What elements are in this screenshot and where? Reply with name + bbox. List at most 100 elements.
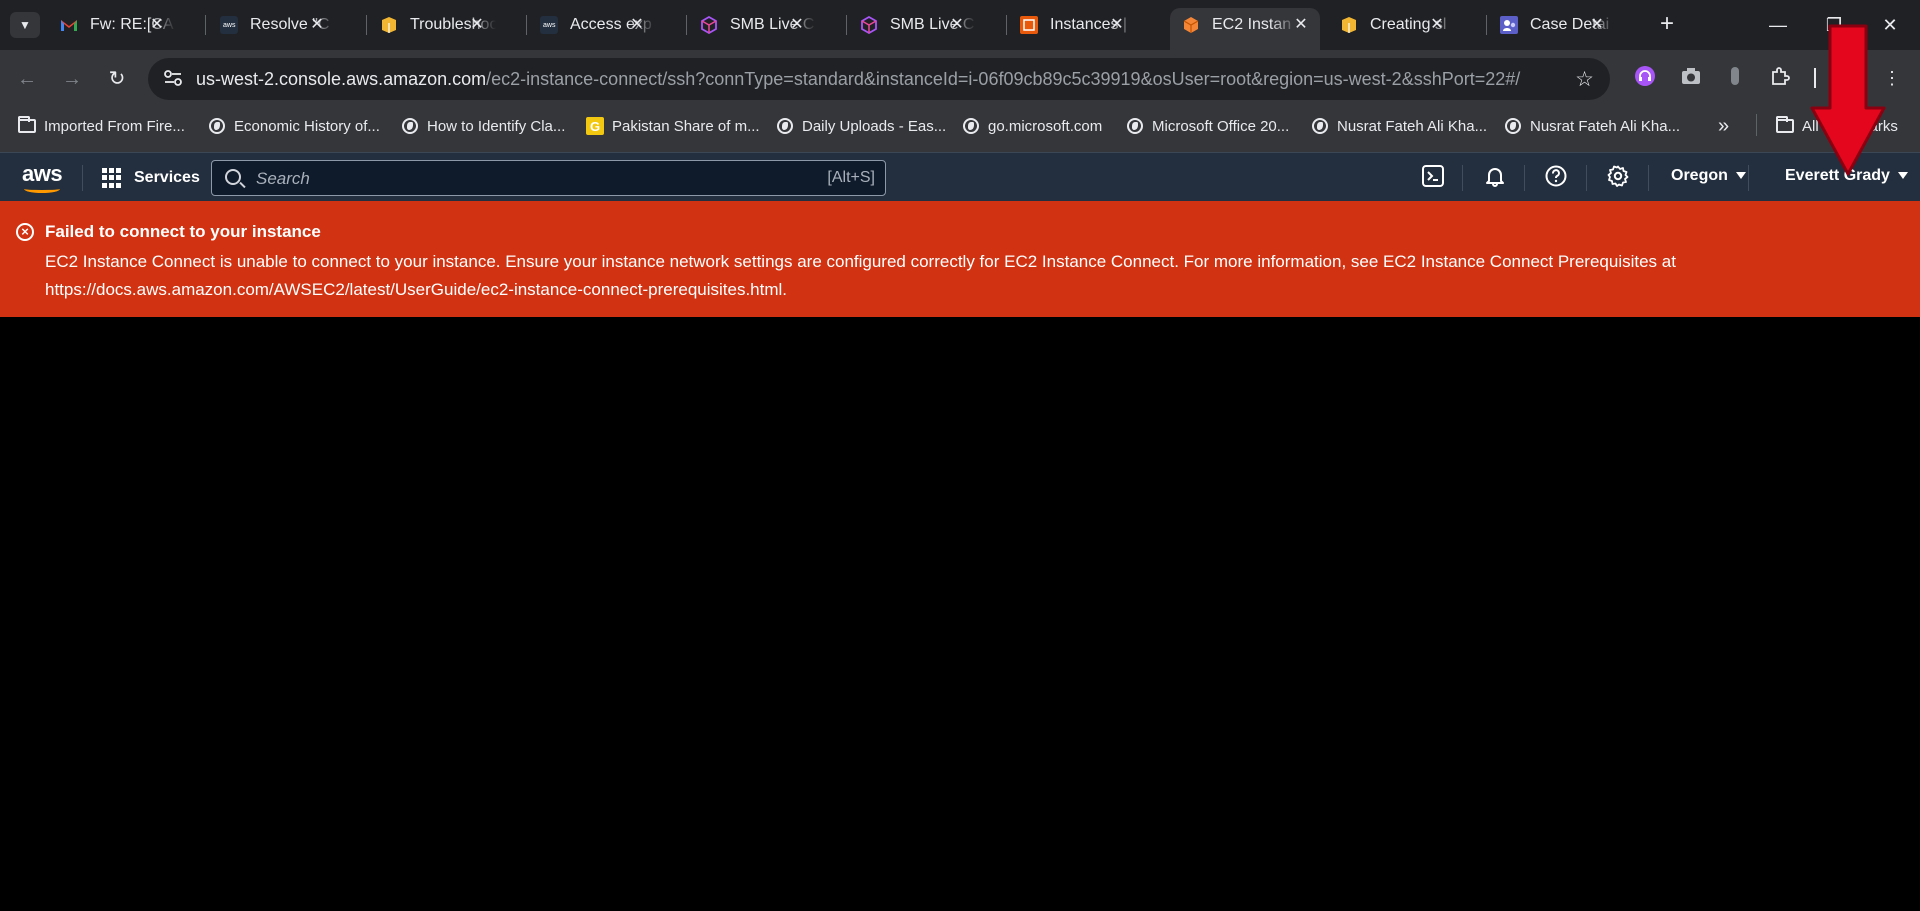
cloudshell-button[interactable]: [1419, 164, 1447, 192]
close-icon[interactable]: ✕: [788, 16, 806, 34]
new-tab-button[interactable]: +: [1653, 11, 1681, 39]
minimize-button[interactable]: —: [1750, 0, 1806, 50]
tab[interactable]: Instances | ✕: [1008, 8, 1136, 42]
tab-separator: [366, 15, 367, 35]
cube-icon: [860, 16, 878, 34]
extensions-menu-button[interactable]: [1766, 64, 1794, 92]
bookmark-label: How to Identify Cla...: [427, 117, 566, 135]
close-icon[interactable]: ✕: [1292, 16, 1310, 34]
bookmark-label: Imported From Fire...: [44, 117, 185, 135]
aws-search-input[interactable]: [256, 167, 776, 191]
puzzle-icon: [1770, 66, 1790, 91]
bookmark-label: Nusrat Fateh Ali Kha...: [1337, 117, 1488, 135]
nav-divider: [82, 165, 83, 191]
address-bar[interactable]: us-west-2.console.aws.amazon.com/ec2-ins…: [148, 58, 1610, 100]
error-message: EC2 Instance Connect is unable to connec…: [45, 252, 1676, 299]
tab[interactable]: Creating sl ✕: [1328, 8, 1456, 42]
close-icon[interactable]: ✕: [948, 16, 966, 34]
bookmark-item[interactable]: Nusrat Fateh Ali Kha...: [1311, 114, 1487, 138]
arrow-right-icon: →: [62, 68, 82, 90]
forward-button[interactable]: →: [57, 64, 87, 94]
tab-search-button[interactable]: ▼: [10, 12, 40, 38]
tab-separator: [846, 15, 847, 35]
g-icon: G: [586, 117, 604, 135]
tab[interactable]: aws Resolve "C ✕: [208, 8, 336, 42]
search-icon: [225, 169, 241, 185]
reload-icon: ↻: [108, 68, 126, 90]
headphones-extension-icon: [1634, 65, 1656, 92]
globe-icon: [776, 117, 794, 135]
annotation-arrow-icon: [1810, 24, 1886, 176]
globe-icon: [208, 117, 226, 135]
aws-icon: aws: [220, 16, 238, 34]
url-text[interactable]: us-west-2.console.aws.amazon.com/ec2-ins…: [196, 69, 1520, 90]
bookmark-label: Pakistan Share of m...: [612, 117, 760, 135]
extension-button[interactable]: [1721, 64, 1749, 92]
tab[interactable]: SMB Live C ✕: [848, 8, 976, 42]
bookmark-item[interactable]: G Pakistan Share of m...: [586, 114, 760, 138]
close-icon[interactable]: ✕: [468, 16, 486, 34]
globe-icon: [1126, 117, 1144, 135]
tab[interactable]: Fw: RE:[CA ✕: [48, 8, 176, 42]
case-icon: [1500, 16, 1518, 34]
nav-divider: [1648, 165, 1649, 191]
aws-logo[interactable]: aws: [22, 161, 63, 193]
bookmark-star-icon[interactable]: ☆: [1575, 67, 1594, 92]
reload-button[interactable]: ↻: [102, 64, 132, 94]
gmail-icon: [60, 16, 78, 34]
close-icon[interactable]: ✕: [628, 16, 646, 34]
extension-button[interactable]: [1677, 64, 1705, 92]
aws-smile-icon: [24, 185, 60, 193]
arrow-left-icon: ←: [17, 68, 37, 90]
close-icon[interactable]: ✕: [148, 16, 166, 34]
notifications-button[interactable]: [1481, 164, 1509, 192]
region-label: Oregon: [1671, 167, 1728, 184]
settings-button[interactable]: [1604, 164, 1632, 192]
folder-icon: [1776, 116, 1794, 135]
tab[interactable]: Troubleshoo ✕: [368, 8, 496, 42]
aws-search-box[interactable]: [Alt+S]: [211, 160, 886, 196]
extension-button[interactable]: [1631, 64, 1659, 92]
bookmark-item[interactable]: Imported From Fire...: [18, 114, 185, 138]
close-icon[interactable]: ✕: [308, 16, 326, 34]
tab[interactable]: SMB Live C ✕: [688, 8, 816, 42]
bookmark-label: Microsoft Office 20...: [1152, 117, 1290, 135]
help-button[interactable]: [1542, 164, 1570, 192]
tab[interactable]: aws Access exp ✕: [528, 8, 656, 42]
services-label: Services: [134, 169, 200, 186]
bookmark-item[interactable]: Nusrat Fateh Ali Kha...: [1504, 114, 1680, 138]
tab[interactable]: Case Detai ✕: [1488, 8, 1616, 42]
bookmarks-overflow-button[interactable]: »: [1718, 114, 1729, 138]
bookmark-label: go.microsoft.com: [988, 117, 1103, 135]
extension-grey-icon: [1728, 66, 1742, 91]
back-button[interactable]: ←: [12, 64, 42, 94]
tab-separator: [686, 15, 687, 35]
error-banner: × Failed to connect to your instance EC2…: [0, 201, 1920, 317]
close-icon[interactable]: ✕: [1588, 16, 1606, 34]
camera-icon: [1681, 67, 1701, 90]
bookmark-item[interactable]: Economic History of...: [208, 114, 380, 138]
box-icon: [1340, 16, 1358, 34]
site-settings-icon[interactable]: [162, 69, 184, 89]
close-icon[interactable]: ✕: [1108, 16, 1126, 34]
search-shortcut-hint: [Alt+S]: [827, 169, 875, 186]
minimize-icon: —: [1769, 14, 1787, 35]
nav-divider: [1586, 165, 1587, 191]
close-icon[interactable]: ✕: [1428, 16, 1446, 34]
tab-separator: [1486, 15, 1487, 35]
caret-down-icon: [1897, 172, 1908, 180]
tab-active[interactable]: EC2 Instan ✕: [1170, 8, 1320, 50]
bookmark-item[interactable]: How to Identify Cla...: [401, 114, 565, 138]
cloudshell-icon: [1422, 164, 1444, 192]
bookmark-item[interactable]: Microsoft Office 20...: [1126, 114, 1289, 138]
url-path: /ec2-instance-connect/ssh?connType=stand…: [486, 69, 1521, 89]
tab-separator: [1006, 15, 1007, 35]
svg-text:aws: aws: [223, 22, 236, 29]
bookmark-item[interactable]: go.microsoft.com: [962, 114, 1102, 138]
services-menu-button[interactable]: Services: [102, 163, 200, 193]
region-selector[interactable]: Oregon: [1671, 167, 1746, 185]
bookmark-item[interactable]: Daily Uploads - Eas...: [776, 114, 946, 138]
ec2-icon: [1020, 16, 1038, 34]
terminal-area[interactable]: [0, 317, 1920, 911]
svg-text:aws: aws: [543, 22, 556, 29]
